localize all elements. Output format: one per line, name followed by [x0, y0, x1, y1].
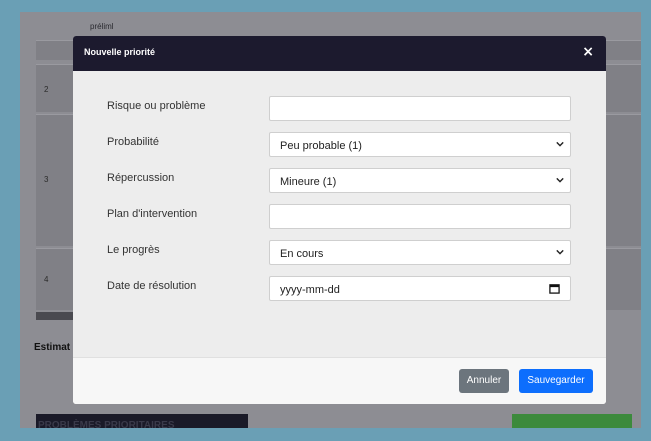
chevron-down-icon [556, 249, 564, 255]
horizontal-scrollbar[interactable] [36, 312, 76, 320]
green-action-button[interactable] [512, 414, 632, 428]
priority-banner-text: PROBLÈMES PRIORITAIRES [38, 420, 175, 428]
risk-input[interactable] [269, 96, 571, 121]
risk-label: Risque ou problème [107, 100, 206, 112]
impact-label: Répercussion [107, 172, 175, 184]
probability-select[interactable]: Peu probable (1) [269, 132, 571, 157]
probability-value: Peu probable (1) [280, 140, 362, 152]
cancel-button[interactable]: Annuler [459, 369, 509, 393]
save-button[interactable]: Sauvegarder [519, 369, 593, 393]
plan-input[interactable] [269, 204, 571, 229]
chevron-down-icon [556, 177, 564, 183]
progress-value: En cours [280, 248, 324, 260]
modal-title: Nouvelle priorité [84, 47, 156, 57]
probability-label: Probabilité [107, 136, 159, 148]
resolution-date-label: Date de résolution [107, 280, 197, 292]
progress-select[interactable]: En cours [269, 240, 571, 265]
estimate-heading: Estimat [34, 342, 71, 353]
impact-value: Mineure (1) [280, 176, 337, 188]
row-number: 4 [44, 275, 49, 284]
impact-select[interactable]: Mineure (1) [269, 168, 571, 193]
row-number: 2 [44, 85, 49, 94]
date-placeholder: yyyy-mm-dd [280, 284, 340, 296]
priority-banner: PROBLÈMES PRIORITAIRES [36, 414, 248, 428]
progress-label: Le progrès [107, 244, 160, 256]
close-icon[interactable]: × [582, 44, 594, 60]
row-number: 3 [44, 175, 49, 184]
calendar-icon[interactable] [549, 283, 560, 294]
resolution-date-input[interactable]: yyyy-mm-dd [269, 276, 571, 301]
modal-footer: Annuler Sauvegarder [73, 357, 606, 404]
modal-header: Nouvelle priorité × [73, 36, 606, 71]
plan-label: Plan d'intervention [107, 208, 198, 220]
chevron-down-icon [556, 141, 564, 147]
background-text: préliml [90, 22, 114, 31]
new-priority-modal: Nouvelle priorité × Risque ou problème P… [73, 36, 606, 404]
